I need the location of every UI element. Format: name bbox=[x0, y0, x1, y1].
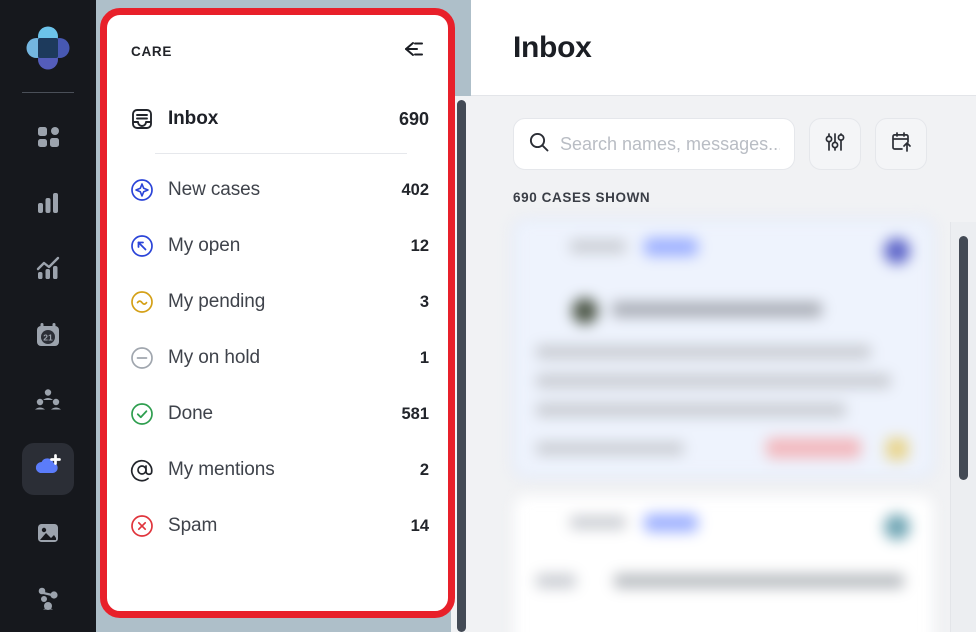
cases-shown-label: 690 CASES SHOWN bbox=[513, 190, 651, 205]
folder-item-my-mentions[interactable]: My mentions 2 bbox=[129, 442, 429, 498]
app-logo[interactable] bbox=[22, 22, 74, 74]
check-circle-icon bbox=[129, 401, 155, 427]
grid-dashboard-icon bbox=[35, 124, 61, 155]
search-icon bbox=[528, 131, 550, 158]
filter-button[interactable] bbox=[809, 118, 861, 170]
search-input[interactable] bbox=[560, 133, 780, 155]
rail-item-calendar[interactable]: 21 bbox=[22, 311, 74, 363]
inbox-tray-icon bbox=[129, 106, 155, 132]
folder-item-new-cases[interactable]: New cases 402 bbox=[129, 162, 429, 218]
app-root: 21 CARE Inbox 690 New cases 402 My open … bbox=[0, 0, 976, 632]
people-group-icon bbox=[34, 387, 62, 420]
bar-chart-icon bbox=[35, 190, 61, 221]
folder-item-label: My on hold bbox=[168, 347, 260, 368]
calendar-export-icon bbox=[889, 130, 913, 159]
x-circle-icon bbox=[129, 513, 155, 539]
folder-item-spam[interactable]: Spam 14 bbox=[129, 498, 429, 554]
case-card[interactable] bbox=[513, 495, 934, 632]
folder-item-label: My open bbox=[168, 235, 241, 256]
cases-list bbox=[471, 205, 976, 632]
folder-item-count: 581 bbox=[401, 404, 429, 423]
folder-item-label: Inbox bbox=[168, 108, 219, 129]
svg-text:21: 21 bbox=[43, 332, 53, 342]
folder-item-label: New cases bbox=[168, 179, 261, 200]
folder-item-count: 3 bbox=[419, 292, 429, 311]
rail-item-media[interactable] bbox=[22, 509, 74, 561]
calendar-21-icon: 21 bbox=[34, 321, 62, 354]
page-title: CARE bbox=[131, 43, 173, 59]
cases-header: Inbox bbox=[471, 0, 976, 96]
folder-item-my-pending[interactable]: My pending 3 bbox=[129, 274, 429, 330]
cases-toolbar bbox=[471, 96, 976, 170]
folder-item-my-open[interactable]: My open 12 bbox=[129, 218, 429, 274]
app-rail: 21 bbox=[0, 0, 96, 632]
collapse-panel-button[interactable] bbox=[397, 36, 427, 66]
folder-item-my-on-hold[interactable]: My on hold 1 bbox=[129, 330, 429, 386]
folder-item-done[interactable]: Done 581 bbox=[129, 386, 429, 442]
image-icon bbox=[35, 520, 61, 551]
at-sign-icon bbox=[129, 457, 155, 483]
cases-title: Inbox bbox=[513, 30, 592, 64]
folder-item-count: 402 bbox=[401, 180, 429, 199]
rail-item-team[interactable] bbox=[22, 377, 74, 429]
folder-item-label: My mentions bbox=[168, 459, 275, 480]
search-box[interactable] bbox=[513, 118, 795, 170]
folders-scrollbar-thumb[interactable] bbox=[457, 100, 466, 632]
folder-item-count: 2 bbox=[419, 460, 429, 479]
folder-item-count: 12 bbox=[410, 236, 429, 255]
rail-item-care[interactable] bbox=[22, 443, 74, 495]
folders-list: Inbox 690 New cases 402 My open 12 My pe… bbox=[103, 91, 451, 554]
folder-item-count: 690 bbox=[398, 108, 429, 129]
folders-header: CARE bbox=[103, 11, 451, 91]
minus-circle-icon bbox=[129, 345, 155, 371]
cases-pane: Inbox Search names, messages... 690 CASE… bbox=[471, 0, 976, 632]
trend-chart-icon bbox=[35, 256, 61, 287]
arrow-up-left-circle-icon bbox=[129, 233, 155, 259]
folders-panel: CARE Inbox 690 New cases 402 My open 12 … bbox=[103, 11, 451, 615]
case-card[interactable] bbox=[513, 219, 934, 477]
share-network-icon bbox=[34, 585, 62, 618]
folders-divider bbox=[155, 153, 407, 154]
cloud-plus-icon bbox=[33, 452, 63, 487]
rail-item-network[interactable] bbox=[22, 575, 74, 627]
cases-scrollbar-thumb[interactable] bbox=[959, 236, 968, 480]
rail-divider bbox=[22, 92, 74, 93]
folder-item-label: Spam bbox=[168, 515, 218, 536]
sliders-filter-icon bbox=[823, 130, 847, 159]
folder-item-count: 14 bbox=[410, 516, 429, 535]
tilde-circle-icon bbox=[129, 289, 155, 315]
rail-item-reports[interactable] bbox=[22, 179, 74, 231]
folder-item-count: 1 bbox=[419, 348, 429, 367]
folder-item-inbox[interactable]: Inbox 690 bbox=[129, 91, 429, 147]
folder-item-label: My pending bbox=[168, 291, 266, 312]
rail-item-dashboard[interactable] bbox=[22, 113, 74, 165]
rail-item-analytics[interactable] bbox=[22, 245, 74, 297]
folder-item-label: Done bbox=[168, 403, 214, 424]
date-export-button[interactable] bbox=[875, 118, 927, 170]
sparkle-circle-icon bbox=[129, 177, 155, 203]
collapse-panel-icon bbox=[400, 39, 424, 64]
